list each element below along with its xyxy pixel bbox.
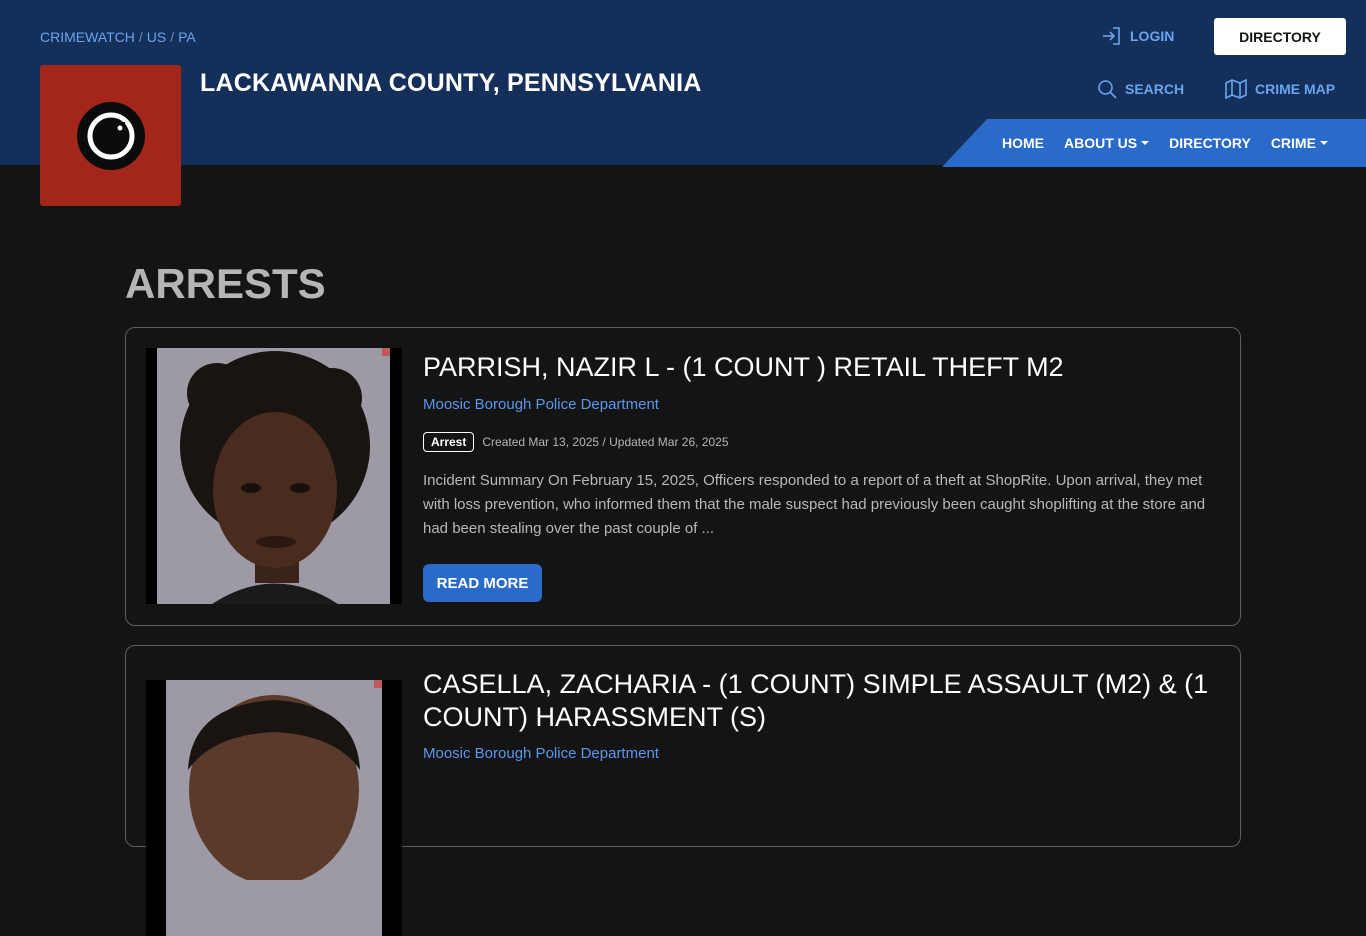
arrest-badge: Arrest xyxy=(423,432,475,452)
directory-button[interactable]: DIRECTORY xyxy=(1214,18,1346,55)
photo-corner-marker xyxy=(374,680,382,688)
breadcrumb-separator: / xyxy=(138,29,143,45)
caret-down-icon xyxy=(1141,141,1150,145)
arrest-card: CASELLA, ZACHARIA - (1 COUNT) SIMPLE ASS… xyxy=(125,645,1241,936)
breadcrumb-separator: / xyxy=(170,29,175,45)
mugshot-illustration xyxy=(188,695,360,885)
page-title: ARRESTS xyxy=(125,260,326,307)
mugshot-illustration xyxy=(180,351,370,604)
photo-corner-marker xyxy=(382,348,390,356)
agency-link[interactable]: Moosic Borough Police Department xyxy=(423,396,659,413)
map-icon xyxy=(1225,79,1247,99)
arrest-meta: Arrest Created Mar 13, 2025 / Updated Ma… xyxy=(423,432,729,452)
search-icon xyxy=(1098,80,1117,99)
nav-item-label: ABOUT US xyxy=(1064,135,1138,151)
login-icon xyxy=(1103,27,1120,45)
nav-item-label: DIRECTORY xyxy=(1169,135,1251,151)
nav-item-home[interactable]: HOME xyxy=(1002,135,1044,151)
nav-item-about-us[interactable]: ABOUT US xyxy=(1064,135,1150,151)
main-nav: HOME ABOUT US DIRECTORY CRIME xyxy=(942,119,1366,167)
arrest-title[interactable]: PARRISH, NAZIR L - (1 COUNT ) RETAIL THE… xyxy=(423,351,1213,384)
nav-item-directory[interactable]: DIRECTORY xyxy=(1169,135,1251,151)
arrest-card: PARRISH, NAZIR L - (1 COUNT ) RETAIL THE… xyxy=(125,327,1241,626)
breadcrumb-item-pa[interactable]: PA xyxy=(178,29,196,45)
search-link[interactable]: SEARCH xyxy=(1097,79,1184,99)
mugshot-image xyxy=(166,680,382,936)
site-header: CRIMEWATCH / US / PA LACKAWANNA COUNTY, PENN… xyxy=(0,0,1366,167)
crime-map-label: CRIME MAP xyxy=(1255,81,1336,97)
search-label: SEARCH xyxy=(1125,81,1185,97)
breadcrumb-item-crimewatch[interactable]: CRIMEWATCH xyxy=(40,29,135,45)
read-more-button[interactable]: READ MORE xyxy=(423,564,542,602)
crimewatch-logo-icon xyxy=(76,101,145,170)
arrest-summary: Incident Summary On February 15, 2025, O… xyxy=(423,472,1206,537)
mugshot-image xyxy=(157,348,390,604)
agency-logo[interactable] xyxy=(40,65,181,206)
site-title[interactable]: LACKAWANNA COUNTY, PENNSYLVANIA xyxy=(200,69,702,98)
nav-item-crime[interactable]: CRIME xyxy=(1271,135,1328,151)
breadcrumb-item-us[interactable]: US xyxy=(147,29,166,45)
breadcrumb: CRIMEWATCH / US / PA xyxy=(40,29,196,45)
login-label: LOGIN xyxy=(1130,28,1175,44)
arrest-dates: Created Mar 13, 2025 / Updated Mar 26, 2… xyxy=(482,435,729,449)
nav-item-label: CRIME xyxy=(1270,135,1316,151)
login-link[interactable]: LOGIN xyxy=(1102,26,1174,46)
mugshot-photo[interactable] xyxy=(146,680,402,936)
nav-item-label: HOME xyxy=(1002,135,1044,151)
mugshot-photo[interactable] xyxy=(146,348,402,604)
arrest-title[interactable]: CASELLA, ZACHARIA - (1 COUNT) SIMPLE ASS… xyxy=(423,668,1213,734)
agency-link[interactable]: Moosic Borough Police Department xyxy=(423,745,659,762)
crime-map-link[interactable]: CRIME MAP xyxy=(1225,79,1335,99)
caret-down-icon xyxy=(1319,141,1328,145)
